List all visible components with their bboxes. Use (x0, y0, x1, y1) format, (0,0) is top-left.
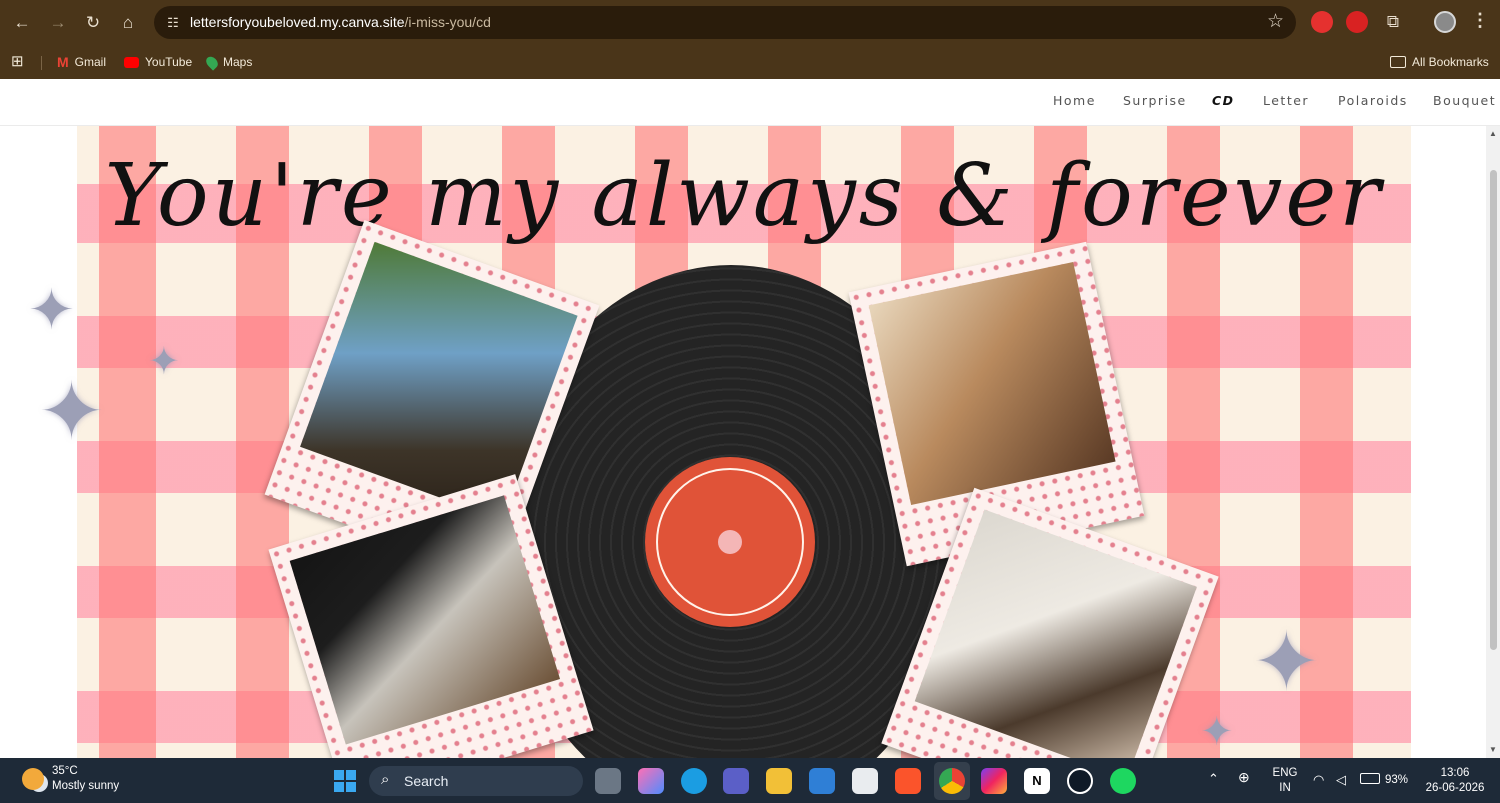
bookmarks-separator (41, 56, 42, 70)
extensions-puzzle-icon[interactable]: ⧉ (1379, 8, 1407, 36)
home-icon[interactable]: ⌂ (114, 9, 142, 37)
all-bookmarks[interactable]: All Bookmarks (1390, 52, 1489, 72)
sparkle-icon: ✦ (148, 341, 180, 383)
nav-bouquet[interactable]: Bouquet (1433, 93, 1496, 108)
forward-icon[interactable]: → (44, 9, 72, 37)
profile-avatar[interactable] (1434, 11, 1456, 33)
windows-start-icon[interactable] (334, 770, 356, 792)
instagram-icon[interactable] (981, 768, 1007, 794)
battery-percent: 93% (1385, 774, 1409, 786)
chatgpt-icon[interactable] (1067, 768, 1093, 794)
bookmark-star-icon[interactable]: ☆ (1267, 10, 1284, 34)
youtube-icon (124, 56, 139, 68)
nav-surprise[interactable]: Surprise (1123, 93, 1187, 108)
folder-icon (1390, 56, 1406, 68)
nav-home[interactable]: Home (1053, 93, 1096, 108)
scroll-up-icon[interactable]: ▲ (1489, 129, 1497, 138)
apps-grid-icon[interactable]: ⊞ (11, 52, 24, 72)
clock-time: 13:06 (1440, 767, 1470, 779)
mail-icon[interactable] (809, 768, 835, 794)
all-bookmarks-label: All Bookmarks (1412, 55, 1489, 69)
nav-polaroids[interactable]: Polaroids (1338, 93, 1408, 108)
record-spindle (718, 530, 742, 554)
notion-icon[interactable]: N (1024, 768, 1050, 794)
url-path: /i-miss-you/cd (404, 14, 491, 30)
photo-couple-kiss-outdoors (300, 241, 578, 521)
nav-cd[interactable]: CD (1212, 93, 1235, 108)
brave-icon[interactable] (895, 768, 921, 794)
photo-couple-in-bed (914, 509, 1197, 758)
browser-tab-strip: ← → ↻ ⌂ ☷ lettersforyoubeloved.my.canva.… (0, 0, 1500, 46)
scroll-thumb[interactable] (1490, 170, 1497, 650)
address-bar[interactable]: ☷ lettersforyoubeloved.my.canva.site/i-m… (154, 6, 1296, 39)
search-icon: ⌕ (381, 771, 390, 788)
volume-icon[interactable]: ◁ (1336, 772, 1346, 787)
spotify-icon[interactable] (1110, 768, 1136, 794)
sunny-weather-icon (22, 768, 44, 790)
language-top: ENG (1272, 767, 1298, 779)
sparkle-icon: ✦ (38, 367, 106, 456)
copilot-icon[interactable] (638, 768, 664, 794)
edge-icon[interactable] (681, 768, 707, 794)
photo-face-masks (289, 495, 561, 745)
sparkle-icon: ✦ (1200, 710, 1234, 754)
sparkle-icon: ✦ (1252, 617, 1321, 708)
url-host: lettersforyoubeloved.my.canva.site (190, 14, 405, 30)
photo-couple-close-up (868, 261, 1116, 505)
bookmarks-bar: ⊞ M Gmail YouTube Maps All Bookmarks (0, 46, 1500, 79)
reload-icon[interactable]: ↻ (79, 9, 107, 37)
windows-taskbar: 35°C Mostly sunny ⌕ Search N ⌃ ⊕ ENG IN … (0, 758, 1500, 803)
chrome-icon[interactable] (939, 768, 965, 794)
sparkle-icon: ✦ (28, 278, 75, 341)
extension-red-play-icon[interactable] (1311, 11, 1333, 33)
page-scrollbar[interactable]: ▲ ▼ (1486, 126, 1500, 758)
network-status-icon[interactable]: ⊕ (1238, 770, 1250, 785)
bookmark-gmail-label: Gmail (74, 55, 107, 69)
battery-icon[interactable] (1360, 773, 1380, 784)
bookmark-gmail[interactable]: M Gmail (57, 52, 106, 72)
weather-temp: 35°C (52, 765, 78, 777)
extension-hand-icon[interactable] (1346, 11, 1368, 33)
site-navigation: Home Surprise CD Letter Polaroids Bouque… (0, 79, 1500, 126)
site-info-icon[interactable]: ☷ (164, 14, 182, 32)
search-label: Search (404, 773, 449, 789)
maps-icon (203, 53, 221, 71)
nav-letter[interactable]: Letter (1263, 93, 1309, 108)
back-icon[interactable]: ← (8, 9, 36, 37)
gmail-icon: M (57, 54, 69, 70)
weather-text: 35°C Mostly sunny (52, 764, 119, 794)
clock-date: 26-06-2026 (1425, 782, 1485, 794)
url-text: lettersforyoubeloved.my.canva.site/i-mis… (190, 14, 491, 30)
task-view-icon[interactable] (595, 768, 621, 794)
clock[interactable]: 13:06 26-06-2026 (1420, 766, 1490, 796)
scroll-down-icon[interactable]: ▼ (1489, 745, 1497, 754)
language-indicator[interactable]: ENG IN (1270, 766, 1300, 796)
microsoft-store-icon[interactable] (852, 768, 878, 794)
taskbar-search[interactable]: ⌕ Search (369, 766, 583, 796)
language-bottom: IN (1279, 782, 1291, 794)
page-headline: You're my always & forever (104, 146, 1384, 246)
teams-icon[interactable] (723, 768, 749, 794)
weather-desc: Mostly sunny (52, 780, 120, 792)
bookmark-youtube-label: YouTube (145, 55, 193, 69)
tray-overflow-icon[interactable]: ⌃ (1208, 771, 1219, 786)
browser-menu-icon[interactable]: ⋮ (1470, 10, 1490, 31)
bookmark-youtube[interactable]: YouTube (124, 52, 192, 72)
wifi-icon[interactable]: ◠ (1313, 772, 1324, 787)
gingham-background: You're my always & forever (77, 126, 1411, 758)
file-explorer-icon[interactable] (766, 768, 792, 794)
bookmark-maps-label: Maps (223, 55, 253, 69)
weather-widget[interactable]: 35°C Mostly sunny (22, 764, 119, 794)
bookmark-maps[interactable]: Maps (203, 52, 253, 72)
